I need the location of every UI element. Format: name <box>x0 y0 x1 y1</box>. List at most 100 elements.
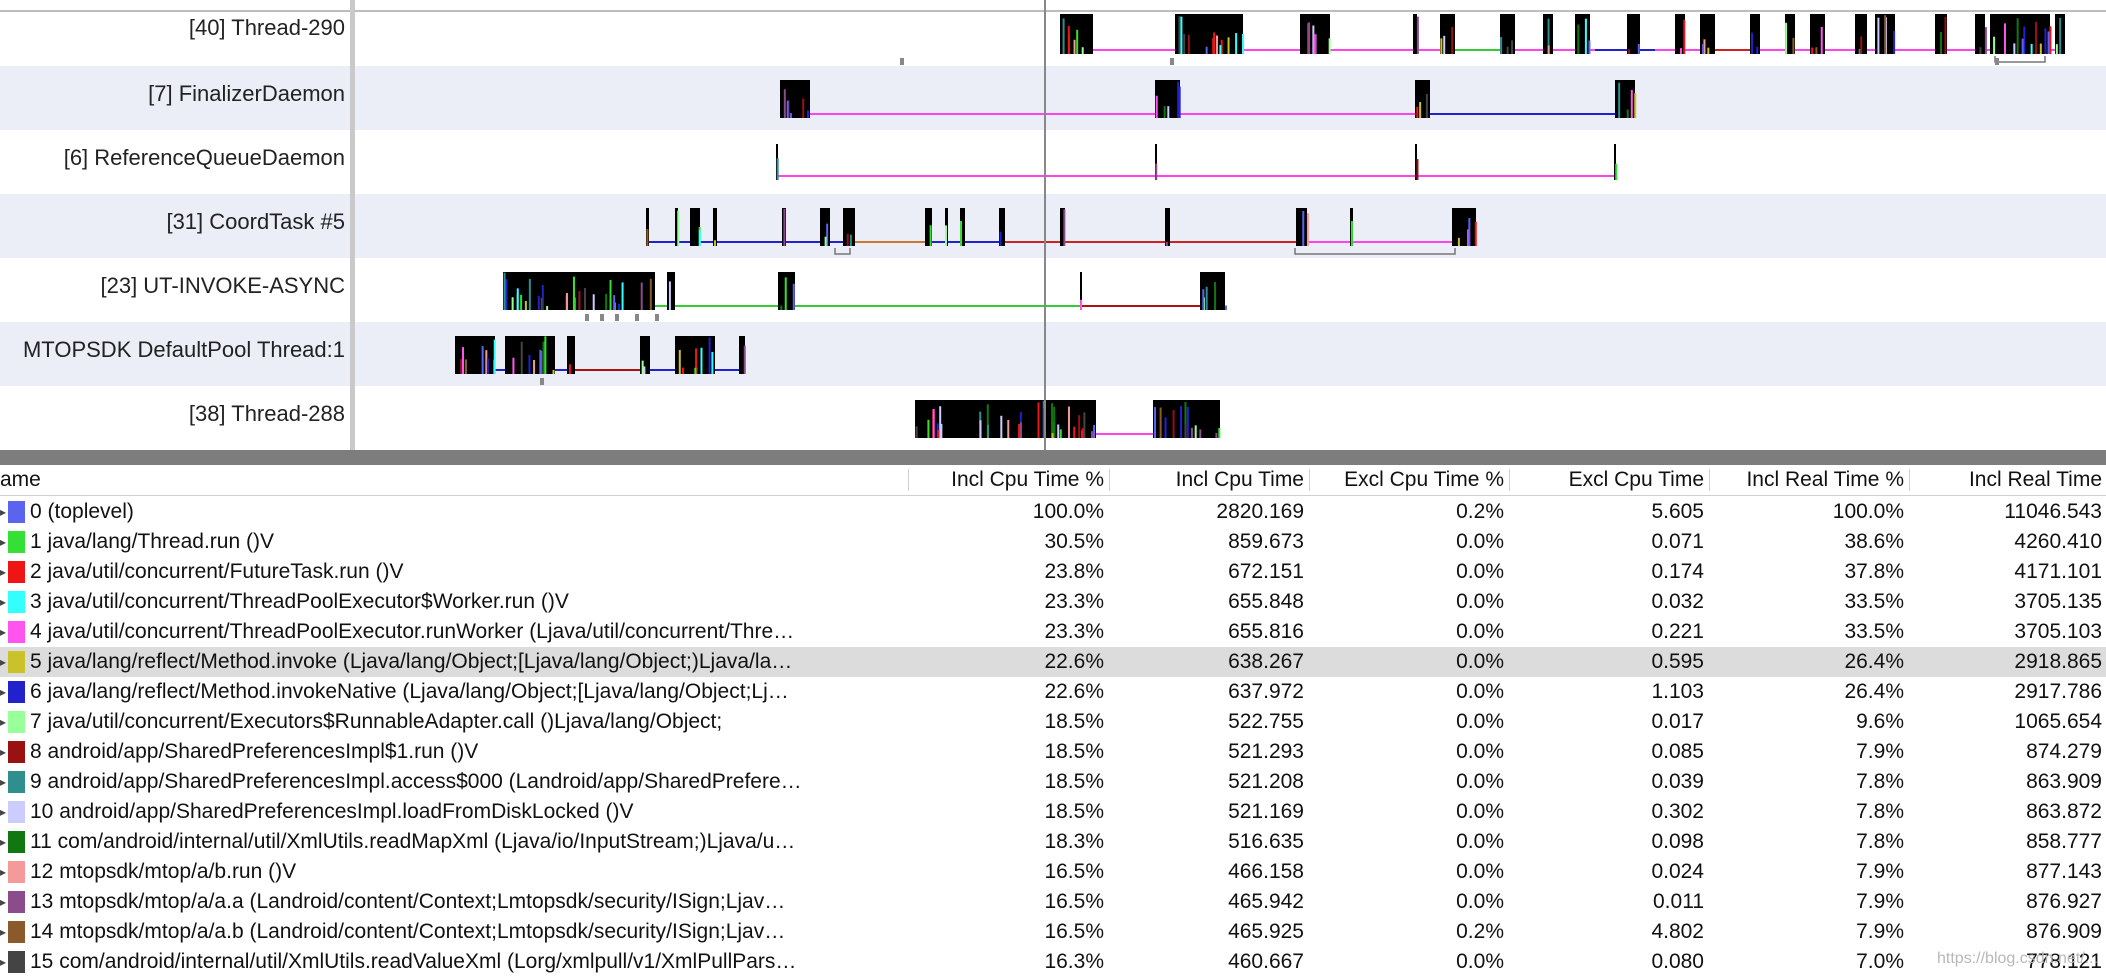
expand-arrow-icon[interactable]: ▸ <box>0 647 6 677</box>
method-name: 3 java/util/concurrent/ThreadPoolExecuto… <box>30 590 569 613</box>
thread-activity-sample <box>641 360 644 374</box>
thread-activity-sample <box>520 341 523 374</box>
thread-activity-sample <box>2055 44 2058 54</box>
cell-incl-real-pct: 37.8% <box>1844 560 1904 583</box>
thread-activity-block <box>1575 14 1590 54</box>
thread-activity-sample <box>743 345 746 374</box>
expand-arrow-icon[interactable]: ▸ <box>0 557 6 587</box>
table-row[interactable]: ▸ 15 com/android/internal/util/XmlUtils.r… <box>0 947 2106 977</box>
table-row[interactable]: ▸ 13 mtopsdk/mtop/a/a.a (Landroid/content… <box>0 887 2106 917</box>
column-header-name[interactable]: ame <box>0 465 300 495</box>
thread-activity-sample <box>583 288 586 310</box>
table-row[interactable]: ▸ 5 java/lang/reflect/Method.invoke (Ljav… <box>0 647 2106 677</box>
table-row[interactable]: ▸ 6 java/lang/reflect/Method.invokeNative… <box>0 677 2106 707</box>
expand-arrow-icon[interactable]: ▸ <box>0 497 6 527</box>
thread-activity-sample <box>621 282 624 310</box>
cell-incl-real-pct: 100.0% <box>1832 500 1904 523</box>
column-header-incl-real[interactable]: Incl Real Time <box>1910 465 2102 495</box>
thread-activity-sample <box>1186 406 1189 438</box>
thread-activity-sample <box>1425 93 1428 118</box>
expand-arrow-icon[interactable]: ▸ <box>0 767 6 797</box>
thread-activity-sample <box>824 236 827 246</box>
cell-incl-cpu-pct: 23.8% <box>1044 560 1104 583</box>
column-header-excl-cpu[interactable]: Excl Cpu Time <box>1510 465 1704 495</box>
expand-arrow-icon[interactable]: ▸ <box>0 797 6 827</box>
thread-activity-sample <box>640 282 643 310</box>
thread-activity-sample <box>1073 426 1076 438</box>
thread-activity-sample <box>1893 30 1896 54</box>
table-row[interactable]: ▸ 3 java/util/concurrent/ThreadPoolExecut… <box>0 587 2106 617</box>
table-row[interactable]: ▸ 12 mtopsdk/mtop/a/b.run ()V 16.5% 466.158… <box>0 857 2106 887</box>
thread-activity-sample <box>945 225 948 246</box>
thread-activity-sample <box>1180 406 1183 438</box>
thread-activity-sample <box>643 366 646 374</box>
method-color-swatch <box>8 501 25 523</box>
table-row[interactable]: ▸ 11 com/android/internal/util/XmlUtils.r… <box>0 827 2106 857</box>
thread-track-canvas[interactable] <box>355 0 2106 450</box>
table-row[interactable]: ▸ 2 java/util/concurrent/FutureTask.run (… <box>0 557 2106 587</box>
column-header-incl-real-pct[interactable]: Incl Real Time % <box>1710 465 1904 495</box>
expand-arrow-icon[interactable]: ▸ <box>0 677 6 707</box>
table-row[interactable]: ▸ 7 java/util/concurrent/Executors$Runnab… <box>0 707 2106 737</box>
thread-activity-sample <box>2035 21 2038 54</box>
cell-incl-cpu-pct: 30.5% <box>1044 530 1104 553</box>
thread-marker <box>1170 58 1174 65</box>
column-header-excl-cpu-pct[interactable]: Excl Cpu Time % <box>1310 465 1504 495</box>
column-header-incl-cpu[interactable]: Incl Cpu Time <box>1110 465 1304 495</box>
thread-activity-sample <box>503 272 506 310</box>
table-row[interactable]: ▸ 1 java/lang/Thread.run ()V 30.5% 859.673 0… <box>0 527 2106 557</box>
cell-incl-cpu-pct: 23.3% <box>1044 620 1104 643</box>
cell-excl-cpu-pct: 0.0% <box>1456 560 1504 583</box>
thread-activity-sample <box>646 229 649 246</box>
thread-activity-sample <box>568 364 571 374</box>
cell-incl-real-pct: 7.9% <box>1856 890 1904 913</box>
cell-incl-cpu-pct: 18.3% <box>1044 830 1104 853</box>
expand-arrow-icon[interactable]: ▸ <box>0 527 6 557</box>
thread-activity-sample <box>783 208 786 246</box>
thread-marker <box>635 314 639 321</box>
thread-activity-sample <box>960 220 963 246</box>
panel-splitter[interactable] <box>0 450 2106 465</box>
cell-incl-real-pct: 26.4% <box>1844 650 1904 673</box>
thread-activity-sample <box>1000 415 1003 438</box>
thread-timeline[interactable]: [40] Thread-290 [7] FinalizerDaemon [6] Re… <box>0 0 2106 450</box>
expand-arrow-icon[interactable]: ▸ <box>0 917 6 947</box>
thread-activity-sample <box>776 158 779 180</box>
method-name: 4 java/util/concurrent/ThreadPoolExecuto… <box>30 620 795 643</box>
thread-activity-sample <box>1451 26 1454 54</box>
thread-activity-sample <box>2016 18 2019 54</box>
expand-arrow-icon[interactable]: ▸ <box>0 737 6 767</box>
expand-arrow-icon[interactable]: ▸ <box>0 887 6 917</box>
expand-arrow-icon[interactable]: ▸ <box>0 587 6 617</box>
cell-excl-cpu: 1.103 <box>1651 680 1704 703</box>
expand-arrow-icon[interactable]: ▸ <box>0 947 6 977</box>
table-row[interactable]: ▸ 9 android/app/SharedPreferencesImpl.acc… <box>0 767 2106 797</box>
table-row[interactable]: ▸ 10 android/app/SharedPreferencesImpl.lo… <box>0 797 2106 827</box>
expand-arrow-icon[interactable]: ▸ <box>0 857 6 887</box>
expand-arrow-icon[interactable]: ▸ <box>0 707 6 737</box>
cell-excl-cpu-pct: 0.0% <box>1456 650 1504 673</box>
thread-activity-sample <box>512 357 515 374</box>
cell-excl-cpu-pct: 0.0% <box>1456 950 1504 973</box>
column-header-incl-cpu-pct[interactable]: Incl Cpu Time % <box>910 465 1104 495</box>
cell-excl-cpu: 0.085 <box>1651 740 1704 763</box>
method-color-swatch <box>8 561 25 583</box>
expand-arrow-icon[interactable]: ▸ <box>0 827 6 857</box>
thread-activity-sample <box>1993 36 1996 54</box>
cell-excl-cpu-pct: 0.0% <box>1456 890 1504 913</box>
cell-incl-cpu: 522.755 <box>1228 710 1304 733</box>
thread-activity-sample <box>618 303 621 310</box>
method-color-swatch <box>8 531 25 553</box>
table-row[interactable]: ▸ 8 android/app/SharedPreferencesImpl$1.r… <box>0 737 2106 767</box>
table-row[interactable]: ▸ 14 mtopsdk/mtop/a/a.b (Landroid/content… <box>0 917 2106 947</box>
cell-incl-cpu-pct: 18.5% <box>1044 770 1104 793</box>
column-separator[interactable] <box>908 469 909 491</box>
expand-arrow-icon[interactable]: ▸ <box>0 617 6 647</box>
table-row[interactable]: ▸ 0 (toplevel) 100.0% 2820.169 0.2% 5.605 100.… <box>0 497 2106 527</box>
cell-excl-cpu: 4.802 <box>1651 920 1704 943</box>
call-bracket <box>834 248 851 255</box>
table-row[interactable]: ▸ 4 java/util/concurrent/ThreadPoolExecut… <box>0 617 2106 647</box>
thread-activity-sample <box>1440 38 1443 54</box>
thread-tracks[interactable] <box>355 0 2106 450</box>
thread-activity-sample <box>1184 424 1187 438</box>
